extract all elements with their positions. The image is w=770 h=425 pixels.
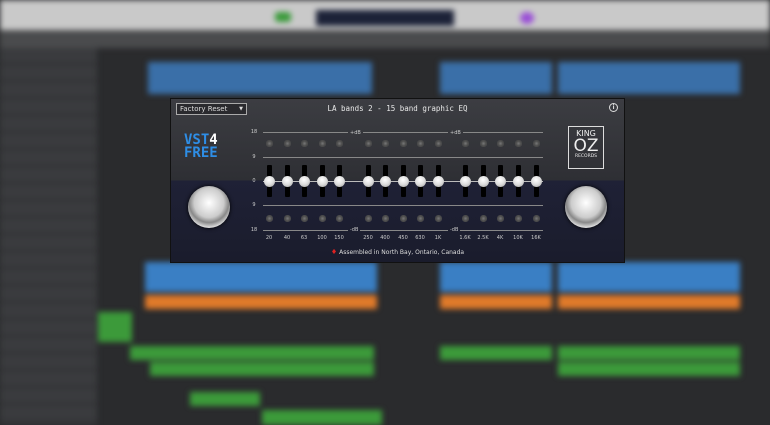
- cut-led: [461, 215, 469, 222]
- slider-handle-20[interactable]: [263, 176, 275, 187]
- band-label: 10K: [513, 235, 523, 241]
- boost-led: [318, 140, 326, 147]
- boost-led: [416, 140, 424, 147]
- boost-led: [532, 140, 540, 147]
- track-list: [0, 48, 97, 425]
- tuner-button[interactable]: [520, 12, 534, 24]
- output-gain-knob[interactable]: [565, 186, 607, 228]
- info-icon[interactable]: i: [609, 103, 618, 112]
- boost-led: [514, 140, 522, 147]
- cut-led: [399, 215, 407, 222]
- footer: ♦ Assembled in North Bay, Ontario, Canad…: [330, 248, 465, 256]
- boost-led: [399, 140, 407, 147]
- db-label: +dB: [348, 130, 363, 136]
- input-gain-knob[interactable]: [188, 186, 230, 228]
- eq-plugin-window: Factory Reset ▼ LA bands 2 - 15 band grap…: [170, 98, 625, 263]
- slider-handle-2.5K[interactable]: [477, 176, 489, 187]
- band-label: 400: [380, 235, 390, 241]
- cut-led: [416, 215, 424, 222]
- cut-led: [283, 215, 291, 222]
- band-label: 4K: [496, 235, 504, 241]
- boost-led: [335, 140, 343, 147]
- band-label: 150: [334, 235, 344, 241]
- scale-label: 18: [250, 227, 258, 233]
- band-label: 63: [300, 235, 308, 241]
- scale-label: 9: [252, 202, 256, 208]
- slider-handle-4K[interactable]: [494, 176, 506, 187]
- cut-led: [318, 215, 326, 222]
- cut-led: [300, 215, 308, 222]
- cut-led: [335, 215, 343, 222]
- db-label: +dB: [448, 130, 463, 136]
- gridline: [263, 132, 543, 133]
- cut-led: [265, 215, 273, 222]
- scale-label: 18: [250, 129, 258, 135]
- slider-handle-450[interactable]: [397, 176, 409, 187]
- gridline: [263, 230, 543, 231]
- cut-led: [532, 215, 540, 222]
- boost-led: [300, 140, 308, 147]
- vst4free-logo: VST4 FREE: [184, 132, 218, 161]
- boost-led: [479, 140, 487, 147]
- cut-led: [514, 215, 522, 222]
- gridline: [263, 205, 543, 206]
- boost-led: [496, 140, 504, 147]
- band-label: 630: [415, 235, 425, 241]
- boost-led: [364, 140, 372, 147]
- slider-handle-40[interactable]: [281, 176, 293, 187]
- maple-leaf-icon: ♦: [330, 248, 338, 256]
- cut-led: [364, 215, 372, 222]
- cut-led: [496, 215, 504, 222]
- slider-handle-100[interactable]: [316, 176, 328, 187]
- db-label: -dB: [348, 227, 361, 233]
- slider-handle-150[interactable]: [333, 176, 345, 187]
- cut-led: [479, 215, 487, 222]
- slider-handle-1.6K[interactable]: [459, 176, 471, 187]
- gridline: [263, 157, 543, 158]
- band-label: 16K: [531, 235, 541, 241]
- band-label: 1.6K: [459, 235, 471, 241]
- db-label: -dB: [448, 227, 461, 233]
- slider-handle-630[interactable]: [414, 176, 426, 187]
- cut-led: [434, 215, 442, 222]
- cut-led: [381, 215, 389, 222]
- slider-handle-400[interactable]: [379, 176, 391, 187]
- scale-label: 0: [252, 178, 256, 184]
- king-oz-logo: KING OZ RECORDS: [568, 126, 604, 169]
- ruler: [0, 30, 770, 48]
- band-label: 20: [265, 235, 273, 241]
- boost-led: [381, 140, 389, 147]
- boost-led: [461, 140, 469, 147]
- band-label: 1K: [434, 235, 442, 241]
- boost-led: [283, 140, 291, 147]
- slider-handle-16K[interactable]: [530, 176, 542, 187]
- slider-handle-63[interactable]: [298, 176, 310, 187]
- boost-led: [265, 140, 273, 147]
- plugin-title: LA bands 2 - 15 band graphic EQ: [327, 104, 468, 113]
- slider-handle-10K[interactable]: [512, 176, 524, 187]
- slider-handle-1K[interactable]: [432, 176, 444, 187]
- slider-handle-250[interactable]: [362, 176, 374, 187]
- boost-led: [434, 140, 442, 147]
- play-button[interactable]: [275, 12, 291, 22]
- lcd-display: [316, 10, 454, 26]
- scale-label: 9: [252, 154, 256, 160]
